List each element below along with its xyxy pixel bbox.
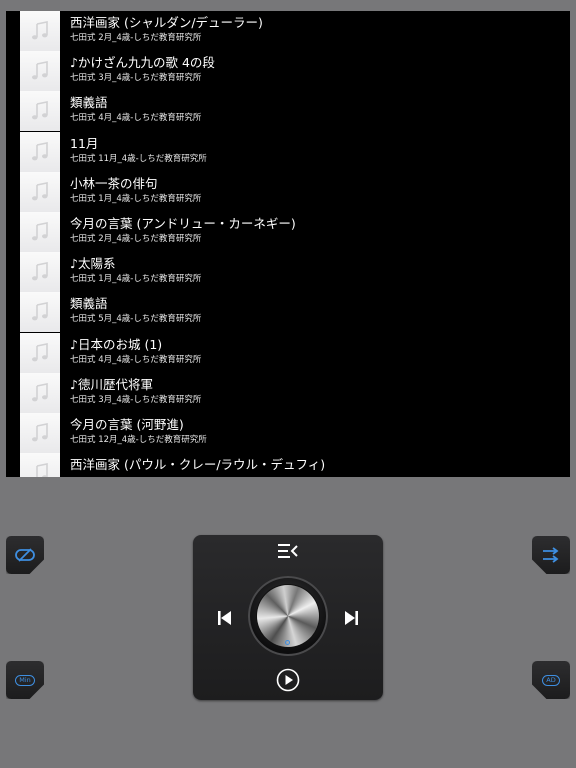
music-note-icon [32, 382, 48, 402]
no-repeat-icon [15, 548, 35, 562]
track-title: ♪徳川歴代将軍 [70, 376, 153, 392]
knob-indicator [285, 640, 290, 645]
playlist-icon [278, 544, 298, 558]
track-title: 今月の言葉 (アンドリュー・カーネギー) [70, 216, 296, 231]
track-subtitle: 七田式 5月_4歳-しちだ教育研究所 [70, 314, 202, 325]
music-note-icon [36, 463, 48, 477]
track-row[interactable]: ♪徳川歴代将軍七田式 3月_4歳-しちだ教育研究所 [6, 372, 570, 413]
track-subtitle: 七田式 3月_4歳-しちだ教育研究所 [70, 73, 202, 84]
playlist-button[interactable] [276, 541, 300, 561]
track-title: 類義語 [70, 296, 108, 312]
track-row[interactable]: 11月七田式 11月_4歳-しちだ教育研究所 [6, 131, 570, 172]
playlist: 西洋画家 (シャルダン/デューラー) 七田式 2月_4歳-しちだ教育研究所 ♪かけざ… [6, 11, 570, 477]
track-thumbnail [20, 453, 60, 477]
track-subtitle: 七田式 1月_4歳-しちだ教育研究所 [70, 274, 202, 285]
skip-previous-icon [218, 611, 231, 625]
track-subtitle: 七田式 4月_4歳-しちだ教育研究所 [70, 354, 202, 365]
track-title: 小林一茶の俳句 [70, 175, 158, 191]
min-label: Min [15, 674, 35, 686]
track-row[interactable]: 今月の言葉 (アンドリュー・カーネギー) 七田式 2月_4歳-しちだ教育研究所 [6, 212, 570, 252]
music-note-icon [32, 181, 48, 201]
track-thumbnail [20, 171, 60, 212]
track-thumbnail [20, 11, 60, 51]
track-row[interactable]: 小林一茶の俳句七田式 1月_4歳-しちだ教育研究所 [6, 171, 570, 212]
track-title: 11月 [70, 135, 99, 151]
track-subtitle: 七田式 3月_4歳-しちだ教育研究所 [70, 394, 202, 405]
track-subtitle: 七田式 4月_4歳-しちだ教育研究所 [70, 113, 202, 124]
track-row[interactable]: 今月の言葉 (河野進) 七田式 12月_4歳-しちだ教育研究所 [6, 413, 570, 453]
previous-button[interactable] [213, 607, 235, 629]
track-title: ♪かけざん九九の歌 4の段 [70, 55, 215, 71]
music-note-icon [32, 302, 48, 321]
track-thumbnail [20, 91, 60, 132]
shuffle-button[interactable] [532, 536, 570, 574]
track-title: 西洋画家 (パウル・クレー/ラウル・デュフィ) [70, 457, 326, 473]
track-title: ♪日本のお城 (1) [70, 336, 163, 352]
next-button[interactable] [341, 607, 363, 629]
track-thumbnail [20, 332, 60, 373]
ad-label: AD [542, 674, 560, 686]
track-row[interactable]: ♪日本のお城 (1) 七田式 4月_4歳-しちだ教育研究所 [6, 332, 570, 373]
music-note-icon [32, 262, 48, 281]
music-note-icon [32, 342, 48, 361]
track-thumbnail [20, 292, 60, 333]
track-row[interactable]: ♪かけざん九九の歌 4の段七田式 3月_4歳-しちだ教育研究所 [6, 51, 570, 92]
min-button[interactable]: Min [6, 661, 44, 699]
track-subtitle: 七田式 1月_4歳-しちだ教育研究所 [70, 193, 202, 204]
track-subtitle: 七田式 12月_4歳-しちだ教育研究所 [70, 435, 207, 445]
track-row[interactable]: 類義語七田式 4月_4歳-しちだ教育研究所 [6, 91, 570, 132]
track-thumbnail [20, 372, 60, 413]
track-subtitle: 七田式 2月_4歳-しちだ教育研究所 [70, 234, 202, 244]
music-note-icon [32, 21, 48, 40]
track-thumbnail [20, 212, 60, 252]
track-title: 類義語 [70, 95, 108, 111]
track-row[interactable]: 西洋画家 (パウル・クレー/ラウル・デュフィ) [6, 453, 570, 477]
track-row[interactable]: 類義語七田式 5月_4歳-しちだ教育研究所 [6, 292, 570, 333]
track-title: ♪太陽系 [70, 256, 116, 272]
track-thumbnail [20, 131, 60, 172]
player-controls [193, 535, 383, 700]
ad-button[interactable]: AD [532, 661, 570, 699]
music-note-icon [32, 101, 48, 120]
track-thumbnail [20, 413, 60, 453]
skip-next-icon [345, 611, 358, 625]
track-thumbnail [20, 252, 60, 293]
track-subtitle: 七田式 11月_4歳-しちだ教育研究所 [70, 153, 207, 164]
music-note-icon [32, 222, 48, 241]
music-note-icon [32, 423, 48, 442]
track-row[interactable]: ♪太陽系七田式 1月_4歳-しちだ教育研究所 [6, 252, 570, 293]
music-note-icon [32, 61, 48, 80]
track-thumbnail [20, 51, 60, 92]
knob-dial [257, 585, 319, 647]
no-repeat-button[interactable] [6, 536, 44, 574]
track-subtitle: 七田式 2月_4歳-しちだ教育研究所 [70, 33, 202, 43]
play-button[interactable] [276, 668, 300, 692]
play-icon [276, 668, 300, 692]
shuffle-icon [543, 547, 559, 563]
track-title: 西洋画家 (シャルダン/デューラー) [70, 15, 263, 30]
track-title: 今月の言葉 (河野進) [70, 417, 184, 432]
track-row[interactable]: 西洋画家 (シャルダン/デューラー) 七田式 2月_4歳-しちだ教育研究所 [6, 11, 570, 51]
music-note-icon [32, 141, 48, 160]
